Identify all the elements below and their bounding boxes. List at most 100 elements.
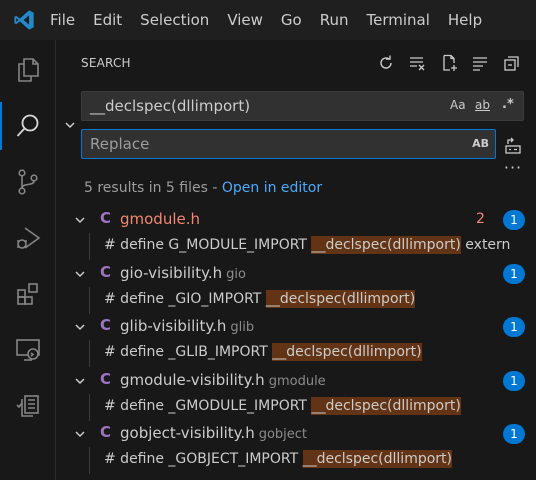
menu-terminal[interactable]: Terminal: [358, 0, 439, 40]
file-name[interactable]: gmodule.h: [120, 210, 204, 228]
match-count-badge: 1: [503, 317, 525, 337]
chevron-down-icon[interactable]: [74, 268, 86, 280]
menu-edit[interactable]: Edit: [84, 0, 131, 40]
c-file-icon: C: [100, 209, 112, 227]
match-prefix: # define _GMODULE_IMPORT: [104, 398, 312, 414]
more-actions-icon[interactable]: ···: [502, 160, 524, 182]
search-icon[interactable]: [0, 98, 56, 154]
match-result-row[interactable]: # define _GIO_IMPORT __declspec(dllimpor…: [56, 287, 536, 314]
results-summary: 5 results in 5 files - Open in editor: [84, 180, 322, 196]
file-directory: gmodule: [268, 374, 326, 389]
match-prefix: # define _GIO_IMPORT: [104, 291, 266, 307]
menu-run[interactable]: Run: [311, 0, 358, 40]
match-case-toggle[interactable]: Aa: [450, 98, 466, 112]
file-name-label: gio-visibility.h: [120, 264, 223, 282]
menu-help[interactable]: Help: [439, 0, 491, 40]
match-highlight: __declspec(dllimport): [302, 450, 452, 468]
sidebar-title: SEARCH: [81, 56, 131, 70]
run-debug-icon[interactable]: [0, 210, 56, 266]
match-line-text[interactable]: # define _GIO_IMPORT __declspec(dllimpor…: [104, 290, 416, 308]
new-search-editor-icon[interactable]: [439, 52, 461, 74]
preserve-case-toggle[interactable]: AB: [472, 137, 489, 150]
search-sidebar: SEARCH __declspec(dllimport) Aa ab .* Re…: [56, 40, 536, 480]
menu-go[interactable]: Go: [272, 0, 311, 40]
testing-icon[interactable]: [0, 378, 56, 434]
view-as-tree-icon[interactable]: [469, 52, 491, 74]
search-field[interactable]: __declspec(dllimport) Aa ab .*: [81, 91, 524, 121]
results-count-text: 5 results in 5 files -: [84, 180, 222, 196]
open-in-editor-link[interactable]: Open in editor: [222, 180, 322, 196]
search-input[interactable]: __declspec(dllimport): [90, 97, 250, 115]
file-result-row[interactable]: Cgobject-visibility.h gobject 1: [56, 421, 536, 447]
indent-guide: [89, 447, 90, 474]
toggle-replace-chevron-icon[interactable]: [62, 117, 78, 133]
replace-input[interactable]: Replace: [90, 135, 149, 153]
problem-count: 2: [476, 211, 485, 227]
match-line-text[interactable]: # define _GOBJECT_IMPORT __declspec(dlli…: [104, 450, 452, 468]
activity-bar: [0, 40, 56, 480]
match-result-row[interactable]: # define _GMODULE_IMPORT __declspec(dlli…: [56, 394, 536, 421]
menu-selection[interactable]: Selection: [131, 0, 218, 40]
match-highlight: __declspec(dllimport): [311, 397, 461, 415]
file-directory: gio: [226, 267, 246, 282]
match-line-text[interactable]: # define _GLIB_IMPORT __declspec(dllimpo…: [104, 343, 422, 361]
chevron-down-icon[interactable]: [74, 375, 86, 387]
menu-view[interactable]: View: [218, 0, 272, 40]
file-directory: glib: [230, 320, 255, 335]
file-result-row[interactable]: Cgmodule-visibility.h gmodule 1: [56, 368, 536, 394]
indent-guide: [89, 233, 90, 260]
vscode-logo-icon: [0, 0, 48, 40]
file-name[interactable]: gio-visibility.h gio: [120, 264, 246, 282]
c-file-icon: C: [100, 263, 112, 281]
remote-explorer-icon[interactable]: [0, 322, 56, 378]
extensions-icon[interactable]: [0, 266, 56, 322]
file-name[interactable]: gobject-visibility.h gobject: [120, 424, 307, 442]
file-directory: gobject: [258, 427, 308, 442]
match-line-text[interactable]: # define G_MODULE_IMPORT __declspec(dlli…: [104, 236, 511, 254]
file-name[interactable]: gmodule-visibility.h gmodule: [120, 371, 326, 389]
replace-all-icon[interactable]: [502, 135, 524, 157]
indent-guide: [89, 394, 90, 421]
match-result-row[interactable]: # define _GOBJECT_IMPORT __declspec(dlli…: [56, 447, 536, 474]
clear-results-icon[interactable]: [406, 52, 428, 74]
match-count-badge: 1: [503, 264, 525, 284]
file-result-row[interactable]: Cgio-visibility.h gio 1: [56, 261, 536, 287]
indent-guide: [89, 287, 90, 314]
file-name-label: glib-visibility.h: [120, 317, 227, 335]
file-name[interactable]: glib-visibility.h glib: [120, 317, 254, 335]
c-file-icon: C: [100, 316, 112, 334]
match-count-badge: 1: [503, 424, 525, 444]
match-line-text[interactable]: # define _GMODULE_IMPORT __declspec(dlli…: [104, 397, 461, 415]
match-highlight: __declspec(dllimport): [311, 236, 461, 254]
menu-file[interactable]: File: [48, 0, 84, 40]
chevron-down-icon[interactable]: [74, 428, 86, 440]
chevron-down-icon[interactable]: [74, 214, 86, 226]
replace-field[interactable]: Replace AB: [81, 129, 496, 159]
collapse-all-icon[interactable]: [501, 52, 523, 74]
match-prefix: # define G_MODULE_IMPORT: [104, 237, 312, 253]
file-name-label: gmodule.h: [120, 210, 201, 228]
file-result-row[interactable]: Cglib-visibility.h glib 1: [56, 314, 536, 340]
refresh-icon[interactable]: [375, 52, 397, 74]
match-count-badge: 1: [503, 210, 525, 230]
file-name-label: gmodule-visibility.h: [120, 371, 265, 389]
match-highlight: __declspec(dllimport): [265, 290, 416, 308]
match-count-badge: 1: [503, 371, 525, 391]
indent-guide: [89, 340, 90, 367]
source-control-icon[interactable]: [0, 154, 56, 210]
use-regex-toggle[interactable]: .*: [502, 97, 514, 112]
match-prefix: # define _GOBJECT_IMPORT: [104, 451, 303, 467]
c-file-icon: C: [100, 370, 112, 388]
c-file-icon: C: [100, 423, 112, 441]
menu-bar: File Edit Selection View Go Run Terminal…: [0, 0, 536, 40]
match-whole-word-toggle[interactable]: ab: [475, 98, 490, 112]
file-name-label: gobject-visibility.h: [120, 424, 255, 442]
explorer-icon[interactable]: [0, 42, 56, 98]
match-prefix: # define _GLIB_IMPORT: [104, 344, 273, 360]
chevron-down-icon[interactable]: [74, 321, 86, 333]
match-suffix: extern: [460, 237, 511, 253]
file-result-row[interactable]: Cgmodule.h 2 1: [56, 207, 536, 233]
match-result-row[interactable]: # define _GLIB_IMPORT __declspec(dllimpo…: [56, 340, 536, 367]
match-highlight: __declspec(dllimport): [272, 343, 422, 361]
match-result-row[interactable]: # define G_MODULE_IMPORT __declspec(dlli…: [56, 233, 536, 260]
